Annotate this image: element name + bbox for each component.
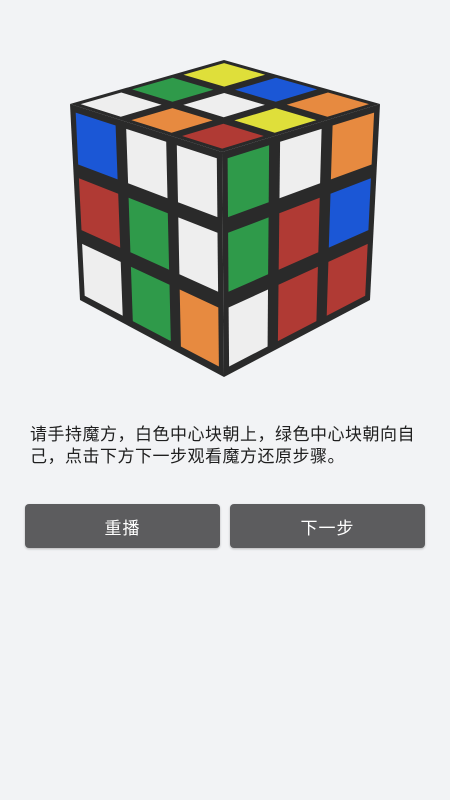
- replay-button[interactable]: 重播: [25, 504, 220, 548]
- cube-view[interactable]: [0, 0, 450, 400]
- instruction-text: 请手持魔方，白色中心块朝上，绿色中心块朝向自己，点击下方下一步观看魔方还原步骤。: [30, 425, 415, 467]
- rubiks-cube-image: [70, 60, 380, 377]
- next-step-button[interactable]: 下一步: [230, 504, 425, 548]
- app-screen: 请手持魔方，白色中心块朝上，绿色中心块朝向自己，点击下方下一步观看魔方还原步骤。…: [0, 0, 450, 800]
